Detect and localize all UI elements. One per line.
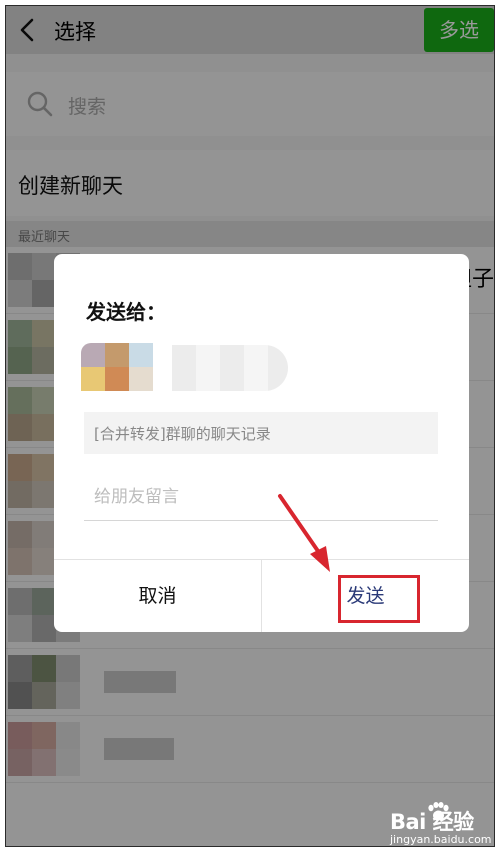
watermark-url: jingyan.baidu.com [390, 833, 492, 846]
annotation-arrow-icon [278, 494, 330, 572]
annotation-highlight-box [338, 575, 420, 623]
forward-preview: [合并转发]群聊的聊天记录 [84, 412, 438, 454]
phone-screen: 选择 多选 搜索 创建新聊天 最近聊天 妲子 发送给： [合并转发]群聊的聊天记… [5, 5, 495, 847]
recipient-avatar [81, 343, 153, 391]
paw-icon [428, 802, 449, 821]
recipient-name-blurred [172, 345, 288, 391]
leave-message-input[interactable] [84, 476, 434, 518]
cancel-button[interactable]: 取消 [54, 560, 261, 632]
dialog-title: 发送给： [86, 300, 166, 324]
forward-preview-text: [合并转发]群聊的聊天记录 [94, 425, 271, 443]
baidu-jingyan-watermark: Bai 经验 jingyan.baidu.com [390, 802, 494, 846]
leave-message-field[interactable] [84, 476, 438, 521]
